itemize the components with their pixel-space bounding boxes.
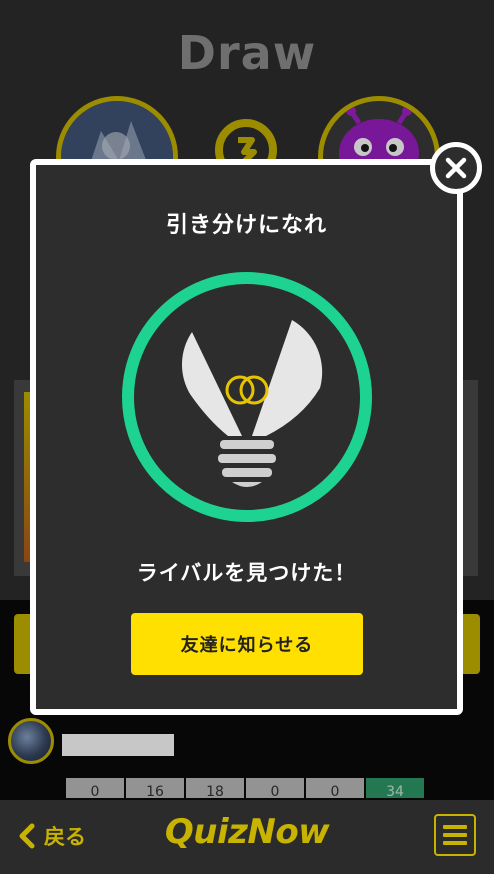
modal-title: 引き分けになれ: [165, 213, 327, 238]
close-button[interactable]: [430, 142, 482, 194]
hamburger-menu-icon: [443, 825, 467, 829]
hamburger-menu-line: [443, 841, 467, 845]
rival-found-modal: 引き分けになれ ライバルを見つけた！ 友達に知らせる: [30, 159, 463, 715]
modal-message: ライバルを見つけた！: [136, 561, 357, 585]
close-icon: [445, 157, 467, 179]
lightbulb-icon: [122, 272, 372, 522]
notify-friends-button[interactable]: 友達に知らせる: [131, 613, 363, 675]
bottom-bar: 戻る QuizNow: [0, 800, 494, 874]
brand-logo: QuizNow: [164, 812, 330, 852]
hamburger-menu-line: [443, 833, 467, 837]
hamburger-menu-button[interactable]: [434, 814, 476, 856]
